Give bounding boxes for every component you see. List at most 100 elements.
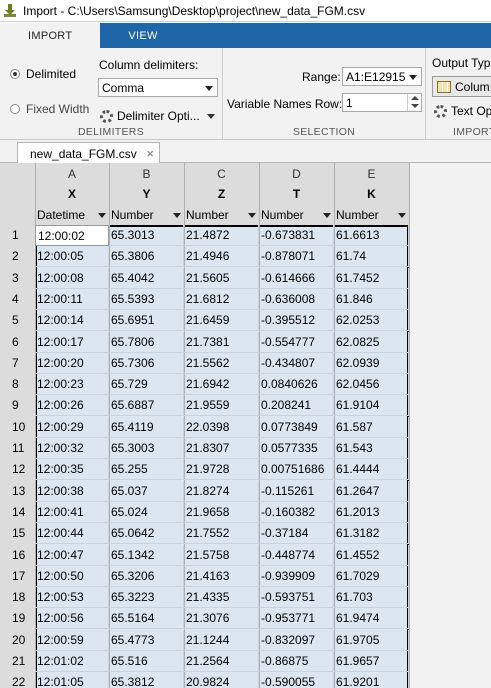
table-cell[interactable]: -0.636008: [259, 288, 334, 310]
table-cell[interactable]: -0.673831: [259, 225, 334, 246]
table-cell[interactable]: 21.6812: [184, 288, 259, 310]
table-cell[interactable]: 12:00:23: [35, 374, 109, 396]
table-cell[interactable]: 12:00:38: [35, 480, 109, 502]
file-tab[interactable]: new_data_FGM.csv ×: [17, 142, 160, 164]
table-cell[interactable]: 12:01:02: [35, 651, 109, 672]
table-cell[interactable]: 12:00:17: [35, 331, 109, 353]
table-cell[interactable]: 0.00751686: [259, 459, 334, 481]
table-cell[interactable]: 12:00:59: [35, 629, 109, 651]
delimiter-options-button[interactable]: Delimiter Opti...: [100, 109, 215, 123]
column-type-select[interactable]: Datetime: [35, 206, 109, 224]
table-cell[interactable]: -0.953771: [259, 608, 334, 630]
table-cell[interactable]: 61.9201: [334, 672, 409, 688]
table-cell[interactable]: 65.5393: [109, 288, 184, 310]
table-cell[interactable]: -0.434807: [259, 352, 334, 374]
column-vectors-button[interactable]: Colum: [432, 76, 491, 97]
table-cell[interactable]: 12:01:05: [35, 672, 109, 688]
table-cell[interactable]: 21.4335: [184, 587, 259, 609]
table-cell[interactable]: 21.4872: [184, 225, 259, 246]
tab-view[interactable]: VIEW: [100, 23, 185, 48]
table-cell[interactable]: 0.0577335: [259, 438, 334, 459]
table-cell[interactable]: 12:00:08: [35, 267, 109, 289]
table-cell[interactable]: 61.9705: [334, 629, 409, 651]
table-cell[interactable]: 65.4773: [109, 629, 184, 651]
table-cell[interactable]: 21.4946: [184, 246, 259, 268]
close-icon[interactable]: ×: [146, 146, 154, 161]
table-cell[interactable]: 12:00:26: [35, 395, 109, 417]
range-select[interactable]: A1:E12915: [342, 67, 422, 86]
table-cell[interactable]: 12:00:53: [35, 587, 109, 609]
column-name[interactable]: X: [35, 187, 109, 201]
table-cell[interactable]: 65.7806: [109, 331, 184, 353]
table-cell[interactable]: 65.255: [109, 459, 184, 481]
table-cell[interactable]: 61.6613: [334, 225, 409, 246]
column-type-select[interactable]: Number: [184, 206, 259, 224]
table-cell[interactable]: 61.4444: [334, 459, 409, 481]
table-cell[interactable]: -0.448774: [259, 544, 334, 566]
table-cell[interactable]: 65.3003: [109, 438, 184, 459]
table-cell[interactable]: 21.7381: [184, 331, 259, 353]
table-cell[interactable]: 65.037: [109, 480, 184, 502]
table-cell[interactable]: -0.593751: [259, 587, 334, 609]
table-cell[interactable]: -0.832097: [259, 629, 334, 651]
table-cell[interactable]: 61.703: [334, 587, 409, 609]
table-cell[interactable]: -0.395512: [259, 310, 334, 332]
table-cell[interactable]: 62.0939: [334, 352, 409, 374]
table-cell[interactable]: 65.3013: [109, 225, 184, 246]
table-cell[interactable]: -0.939909: [259, 565, 334, 587]
table-cell[interactable]: 12:00:47: [35, 544, 109, 566]
table-cell[interactable]: 0.0840626: [259, 374, 334, 396]
table-cell[interactable]: 65.1342: [109, 544, 184, 566]
table-cell[interactable]: 12:00:14: [35, 310, 109, 332]
table-cell[interactable]: 65.3206: [109, 565, 184, 587]
table-cell[interactable]: 21.6942: [184, 374, 259, 396]
table-cell[interactable]: 65.729: [109, 374, 184, 396]
table-cell[interactable]: 12:00:05: [35, 246, 109, 268]
table-cell[interactable]: -0.115261: [259, 480, 334, 502]
table-cell[interactable]: 62.0253: [334, 310, 409, 332]
table-cell[interactable]: 65.7306: [109, 352, 184, 374]
column-delimiter-select[interactable]: Comma: [98, 78, 218, 97]
table-cell[interactable]: 61.4552: [334, 544, 409, 566]
table-cell[interactable]: 61.7452: [334, 267, 409, 289]
table-cell[interactable]: 12:00:35: [35, 459, 109, 481]
table-cell[interactable]: 12:00:20: [35, 352, 109, 374]
tab-import[interactable]: IMPORT: [0, 23, 101, 48]
table-cell[interactable]: 12:00:50: [35, 565, 109, 587]
table-cell[interactable]: 65.3812: [109, 672, 184, 688]
table-cell[interactable]: 12:00:29: [35, 416, 109, 438]
table-cell[interactable]: 62.0825: [334, 331, 409, 353]
table-cell[interactable]: 61.9657: [334, 651, 409, 672]
table-cell[interactable]: 65.024: [109, 501, 184, 523]
table-cell[interactable]: 21.9728: [184, 459, 259, 481]
table-cell[interactable]: 61.846: [334, 288, 409, 310]
column-name[interactable]: K: [334, 187, 409, 201]
table-cell[interactable]: 61.9474: [334, 608, 409, 630]
table-cell[interactable]: 21.5758: [184, 544, 259, 566]
spinner-buttons[interactable]: [407, 94, 421, 111]
table-cell[interactable]: 65.5164: [109, 608, 184, 630]
table-cell[interactable]: -0.614666: [259, 267, 334, 289]
table-cell[interactable]: 21.8274: [184, 480, 259, 502]
column-type-select[interactable]: Number: [259, 206, 334, 224]
table-cell[interactable]: 0.0773849: [259, 416, 334, 438]
table-cell[interactable]: -0.160382: [259, 501, 334, 523]
table-cell[interactable]: 65.4119: [109, 416, 184, 438]
table-cell[interactable]: -0.590055: [259, 672, 334, 688]
table-cell[interactable]: 61.9104: [334, 395, 409, 417]
table-cell[interactable]: 65.3806: [109, 246, 184, 268]
table-cell[interactable]: 65.0642: [109, 523, 184, 545]
table-cell[interactable]: 65.4042: [109, 267, 184, 289]
table-cell[interactable]: 22.0398: [184, 416, 259, 438]
table-cell[interactable]: 61.2647: [334, 480, 409, 502]
table-cell[interactable]: -0.37184: [259, 523, 334, 545]
table-cell[interactable]: 21.2564: [184, 651, 259, 672]
column-name[interactable]: T: [259, 187, 334, 201]
table-cell[interactable]: 21.5562: [184, 352, 259, 374]
fixed-width-radio[interactable]: Fixed Width: [10, 102, 89, 116]
table-cell[interactable]: 0.208241: [259, 395, 334, 417]
table-cell[interactable]: 61.2013: [334, 501, 409, 523]
table-cell[interactable]: 20.9824: [184, 672, 259, 688]
table-cell[interactable]: 21.8307: [184, 438, 259, 459]
table-cell[interactable]: 61.543: [334, 438, 409, 459]
